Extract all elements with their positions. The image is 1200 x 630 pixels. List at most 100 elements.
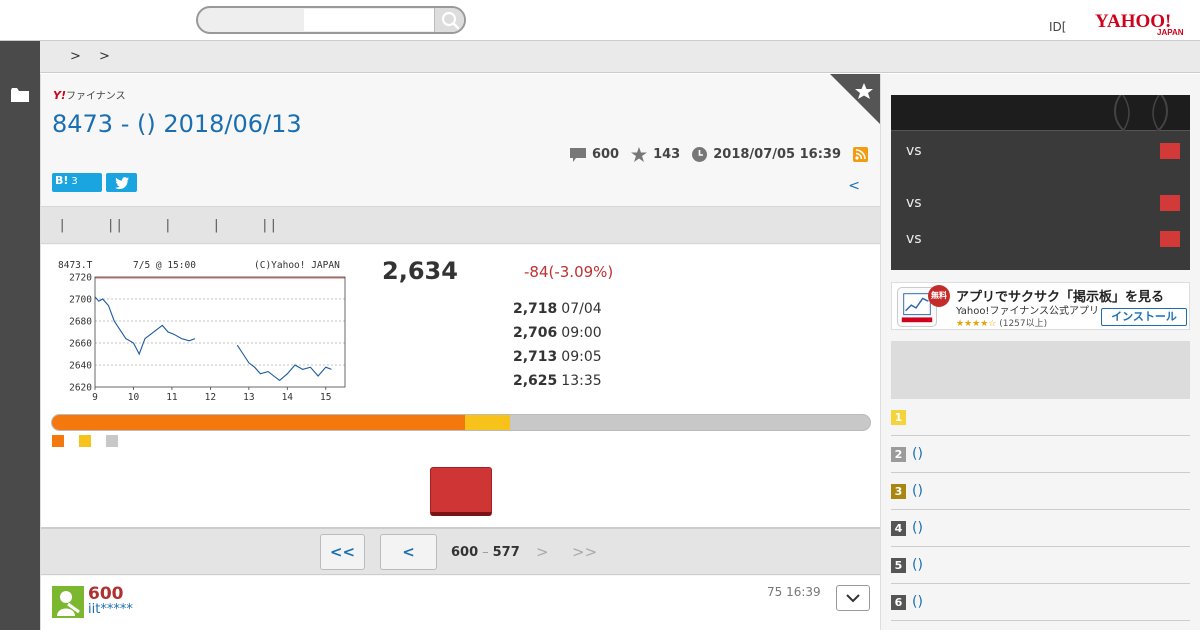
game-row[interactable]: vs <box>891 228 1190 252</box>
search-button[interactable] <box>434 8 464 32</box>
ohlc-value: 2,706 <box>513 325 558 341</box>
favorite-count: 143 <box>653 147 681 162</box>
free-badge: 無料 <box>928 285 950 307</box>
game-vs: vs <box>906 195 922 211</box>
folder-icon[interactable] <box>11 88 29 102</box>
sports-widget[interactable]: vs vs vs <box>891 95 1190 270</box>
x-tick-label: 12 <box>205 392 216 403</box>
legend-sell-swatch <box>106 435 118 447</box>
y-tick-label: 2720 <box>69 273 92 284</box>
sentiment-buy-segment <box>52 415 466 430</box>
team-flag <box>1160 195 1180 211</box>
baseball-icon <box>1114 95 1168 138</box>
prev-thread-link[interactable]: < <box>848 178 860 194</box>
ranking-item[interactable]: 6 () <box>891 584 1190 621</box>
ohlc-label: 09:05 <box>561 349 602 365</box>
legend-buy-swatch <box>52 435 64 447</box>
rating-stars: ★★★★☆ <box>956 319 997 329</box>
comment-number: 600 <box>88 584 124 604</box>
search-input[interactable] <box>304 9 434 31</box>
finance-logo[interactable]: Y!ファイナンス <box>53 87 126 102</box>
ranking-item[interactable]: 3 () <box>891 473 1190 510</box>
game-row[interactable]: vs <box>891 192 1190 216</box>
y-tick-label: 2640 <box>69 361 92 372</box>
sentiment-hold-segment <box>465 415 511 430</box>
ranking-item[interactable]: 5 () <box>891 547 1190 584</box>
ohlc-value: 2,718 <box>513 301 558 317</box>
finance-logo-text: ファイナンス <box>65 91 126 102</box>
ranking-text[interactable]: () <box>912 446 923 462</box>
twitter-share-button[interactable] <box>106 173 137 192</box>
install-button[interactable]: インストール <box>1101 308 1187 326</box>
y-tick-label: 2660 <box>69 339 92 350</box>
right-sidebar: vs vs vs 無料 アプリでサクサク「掲示板」を見る Yahoo!ファイナン… <box>880 74 1200 630</box>
range-start: 600 <box>451 545 479 560</box>
favorite-star-ribbon[interactable] <box>830 74 880 124</box>
ranking-text[interactable]: () <box>912 594 923 610</box>
star-icon <box>631 147 648 162</box>
search-icon <box>441 11 460 30</box>
team-flag <box>1160 231 1180 247</box>
ohlc-row: 2,625 13:35 <box>513 369 602 393</box>
next-page-link[interactable]: > <box>536 543 549 561</box>
app-promo-banner[interactable]: 無料 アプリでサクサク「掲示板」を見る Yahoo!ファイナンス公式アプリ ★★… <box>891 282 1190 330</box>
game-vs: vs <box>906 231 922 247</box>
prev-page-button[interactable]: < <box>380 534 437 570</box>
rss-icon[interactable] <box>853 147 868 162</box>
game-row[interactable]: vs <box>891 140 1190 164</box>
logo-sub: JAPAN <box>1157 28 1184 36</box>
team-flag <box>1160 143 1180 159</box>
x-tick-label: 9 <box>92 392 98 403</box>
rank-badge: 6 <box>891 594 906 610</box>
ranking-text[interactable]: () <box>912 483 923 499</box>
updated-time: 2018/07/05 16:39 <box>713 147 841 162</box>
search-box <box>196 6 466 34</box>
tab-separator: | | <box>108 218 122 233</box>
chart-copyright: (C)Yahoo! JAPAN <box>254 260 340 271</box>
ranking-item[interactable]: 2 () <box>891 436 1190 473</box>
user-avatar[interactable] <box>52 586 84 618</box>
chart-ticker-label: 8473.T <box>58 260 93 271</box>
ohlc-row: 2,706 09:00 <box>513 321 602 345</box>
rank-badge: 2 <box>891 446 906 462</box>
ranking-item[interactable]: 4 () <box>891 510 1190 547</box>
hatena-bookmark-button[interactable]: B! 3 <box>52 173 102 192</box>
yahoo-japan-logo[interactable]: YAHOO! JAPAN <box>1095 10 1187 36</box>
page-root: ID[ YAHOO! JAPAN > > Y!ファイナンス 8473 - () … <box>0 0 1200 630</box>
finance-logo-mark: Y! <box>53 89 66 102</box>
ranking-text[interactable]: () <box>912 520 923 536</box>
ohlc-value: 2,713 <box>513 349 558 365</box>
post-comment-button[interactable] <box>430 467 492 516</box>
x-tick-label: 15 <box>320 392 331 403</box>
comment-user[interactable]: iit***** <box>88 602 133 617</box>
x-tick-label: 13 <box>243 392 254 403</box>
rating-count: (1257以上) <box>999 319 1048 329</box>
ohlc-label: 07/04 <box>561 301 602 317</box>
breadcrumb: > > <box>40 41 1200 73</box>
rank-badge: 3 <box>891 483 906 499</box>
comment-menu-button[interactable] <box>836 585 870 611</box>
hatena-label: B! <box>55 174 69 187</box>
sports-widget-header <box>891 95 1190 138</box>
x-tick-label: 14 <box>282 392 294 403</box>
thread-meta: 600 143 2018/07/05 16:39 <box>569 147 868 162</box>
price-change: -84(-3.09%) <box>524 263 614 281</box>
comment-icon <box>569 147 586 162</box>
x-tick-label: 11 <box>166 392 178 403</box>
ranking-text[interactable]: () <box>912 557 923 573</box>
clock-icon <box>692 147 708 162</box>
top-header: ID[ YAHOO! JAPAN <box>0 0 1200 41</box>
sentiment-bar <box>51 414 871 431</box>
rank-badge: 4 <box>891 520 906 536</box>
quote-area: 8473.T 7/5 @ 15:00 (C)Yahoo! JAPAN 2620 2… <box>41 245 880 527</box>
first-page-button[interactable]: << <box>320 534 365 570</box>
intraday-chart[interactable]: 8473.T 7/5 @ 15:00 (C)Yahoo! JAPAN 2620 2… <box>51 255 351 403</box>
y-tick-label: 2680 <box>69 317 92 328</box>
main-content: Y!ファイナンス 8473 - () 2018/06/13 600 143 20… <box>40 74 880 630</box>
last-page-link[interactable]: >> <box>572 543 597 561</box>
breadcrumb-sep: > <box>70 49 81 64</box>
chevron-down-icon <box>846 593 860 602</box>
id-login-link[interactable]: ID[ <box>1049 20 1066 34</box>
ranking-item[interactable]: 1 <box>891 399 1190 436</box>
left-rail <box>0 41 40 630</box>
